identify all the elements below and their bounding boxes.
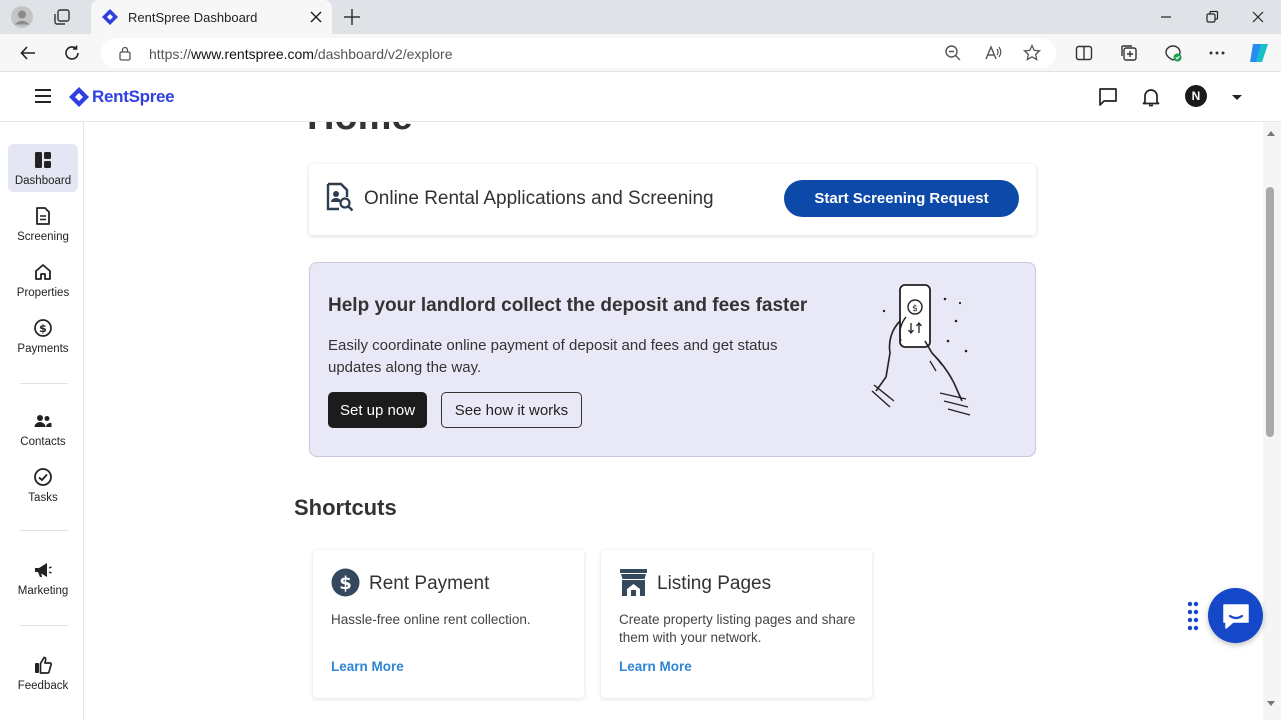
- sidebar-divider: [20, 383, 68, 384]
- see-how-it-works-button[interactable]: See how it works: [441, 392, 582, 428]
- document-search-icon: [326, 182, 354, 212]
- scrollbar-thumb[interactable]: [1266, 187, 1274, 437]
- tab-title: RentSpree Dashboard: [128, 10, 258, 25]
- browser-essentials-icon[interactable]: [1163, 43, 1183, 63]
- people-icon: [34, 415, 52, 427]
- active-tab[interactable]: RentSpree Dashboard: [91, 0, 332, 34]
- browser-toolbar: https://www.rentspree.com/dashboard/v2/e…: [0, 34, 1281, 72]
- restore-icon[interactable]: [1203, 8, 1221, 26]
- chat-widget-button[interactable]: [1208, 588, 1263, 643]
- thumbs-up-icon: [35, 656, 53, 674]
- sidebar-item-label: Properties: [16, 287, 70, 299]
- lock-icon[interactable]: [117, 45, 133, 61]
- logo-text: RentSpree: [92, 87, 175, 106]
- avatar[interactable]: N: [1185, 85, 1207, 107]
- sidebar-item-label: Payments: [17, 343, 69, 355]
- workspaces-icon[interactable]: [50, 5, 74, 29]
- sidebar: Dashboard Screening Properties $ Payment…: [0, 122, 84, 720]
- sidebar-item-label: Marketing: [17, 585, 69, 597]
- scroll-up-arrow-icon[interactable]: [1266, 129, 1276, 137]
- set-up-now-button[interactable]: Set up now: [328, 392, 427, 428]
- shortcut-card-listing-pages[interactable]: Listing Pages Create property listing pa…: [601, 550, 872, 698]
- page-title: Home: [307, 122, 413, 139]
- check-circle-icon: [34, 468, 52, 486]
- svg-text:$: $: [339, 573, 352, 594]
- main-content: Home Online Rental Applications and Scre…: [85, 122, 1263, 720]
- bell-icon[interactable]: [1140, 86, 1162, 108]
- collections-icon[interactable]: [1119, 43, 1139, 63]
- shortcut-card-title: Listing Pages: [657, 573, 772, 594]
- sidebar-item-feedback[interactable]: Feedback: [8, 649, 78, 697]
- sidebar-divider: [20, 530, 68, 531]
- refresh-icon[interactable]: [60, 41, 84, 65]
- plus-icon[interactable]: [341, 6, 363, 28]
- messages-icon[interactable]: [1097, 86, 1119, 108]
- learn-more-link[interactable]: Learn More: [619, 659, 692, 674]
- sidebar-item-dashboard[interactable]: Dashboard: [8, 144, 78, 192]
- sidebar-item-contacts[interactable]: Contacts: [8, 405, 78, 453]
- deposit-banner: Help your landlord collect the deposit a…: [309, 262, 1036, 457]
- rentspree-logo-icon: [69, 87, 89, 107]
- dollar-circle-icon: $: [331, 568, 360, 597]
- chat-bubble-icon: [1222, 603, 1249, 629]
- shortcut-card-title: Rent Payment: [369, 573, 490, 594]
- split-screen-icon[interactable]: [1074, 43, 1094, 63]
- copilot-icon[interactable]: [1247, 41, 1271, 65]
- storefront-icon: [620, 569, 647, 596]
- rentspree-favicon: [102, 9, 118, 25]
- dollar-circle-icon: $: [34, 319, 52, 337]
- shortcut-card-rent-payment[interactable]: $ Rent Payment Hassle-free online rent c…: [313, 550, 584, 698]
- sidebar-item-label: Dashboard: [14, 175, 72, 187]
- sidebar-item-payments[interactable]: $ Payments: [8, 312, 78, 360]
- rentspree-logo[interactable]: RentSpree: [68, 85, 175, 109]
- read-aloud-icon[interactable]: [983, 43, 1003, 63]
- screening-card: Online Rental Applications and Screening…: [309, 164, 1036, 235]
- deposit-banner-title: Help your landlord collect the deposit a…: [328, 295, 808, 316]
- sidebar-item-properties[interactable]: Properties: [8, 256, 78, 304]
- minimize-icon[interactable]: [1157, 8, 1175, 26]
- sidebar-item-label: Screening: [17, 231, 69, 243]
- hamburger-icon[interactable]: [34, 88, 52, 104]
- phone-payment-illustration: $: [871, 284, 971, 416]
- browser-tab-bar: RentSpree Dashboard: [0, 0, 1281, 34]
- shortcut-card-description: Hassle-free online rent collection.: [331, 612, 531, 627]
- window-close-icon[interactable]: [1249, 8, 1267, 26]
- svg-text:$: $: [912, 304, 918, 314]
- zoom-icon[interactable]: [943, 43, 963, 63]
- more-icon[interactable]: [1207, 43, 1227, 63]
- shortcut-card-description: Create property listing pages and share …: [619, 612, 856, 645]
- document-icon: [36, 207, 50, 225]
- sidebar-item-label: Contacts: [20, 436, 66, 448]
- back-icon[interactable]: [16, 41, 40, 65]
- address-bar[interactable]: https://www.rentspree.com/dashboard/v2/e…: [101, 38, 1056, 68]
- url-text: https://www.rentspree.com/dashboard/v2/e…: [149, 46, 453, 62]
- dashboard-icon: [35, 152, 51, 168]
- favorite-star-icon[interactable]: [1022, 43, 1042, 63]
- megaphone-icon: [35, 563, 52, 577]
- sidebar-item-label: Feedback: [17, 680, 69, 692]
- screening-card-title: Online Rental Applications and Screening: [364, 188, 714, 209]
- dropdown-caret-icon[interactable]: [1226, 86, 1248, 108]
- scroll-down-arrow-icon[interactable]: [1266, 700, 1276, 708]
- deposit-banner-description: Easily coordinate online payment of depo…: [328, 337, 778, 376]
- start-screening-request-button[interactable]: Start Screening Request: [784, 180, 1019, 217]
- sidebar-item-label: Tasks: [28, 492, 58, 504]
- learn-more-link[interactable]: Learn More: [331, 659, 404, 674]
- sidebar-item-tasks[interactable]: Tasks: [8, 461, 78, 509]
- profile-icon[interactable]: [10, 5, 34, 29]
- drag-handle-icon[interactable]: [1186, 600, 1200, 632]
- sidebar-item-screening[interactable]: Screening: [8, 200, 78, 248]
- app-header: RentSpree N: [0, 72, 1281, 122]
- close-icon[interactable]: [308, 9, 324, 25]
- shortcuts-heading: Shortcuts: [294, 495, 397, 520]
- home-icon: [35, 264, 51, 280]
- sidebar-divider: [20, 625, 68, 626]
- sidebar-item-marketing[interactable]: Marketing: [8, 554, 78, 602]
- svg-text:$: $: [39, 322, 47, 335]
